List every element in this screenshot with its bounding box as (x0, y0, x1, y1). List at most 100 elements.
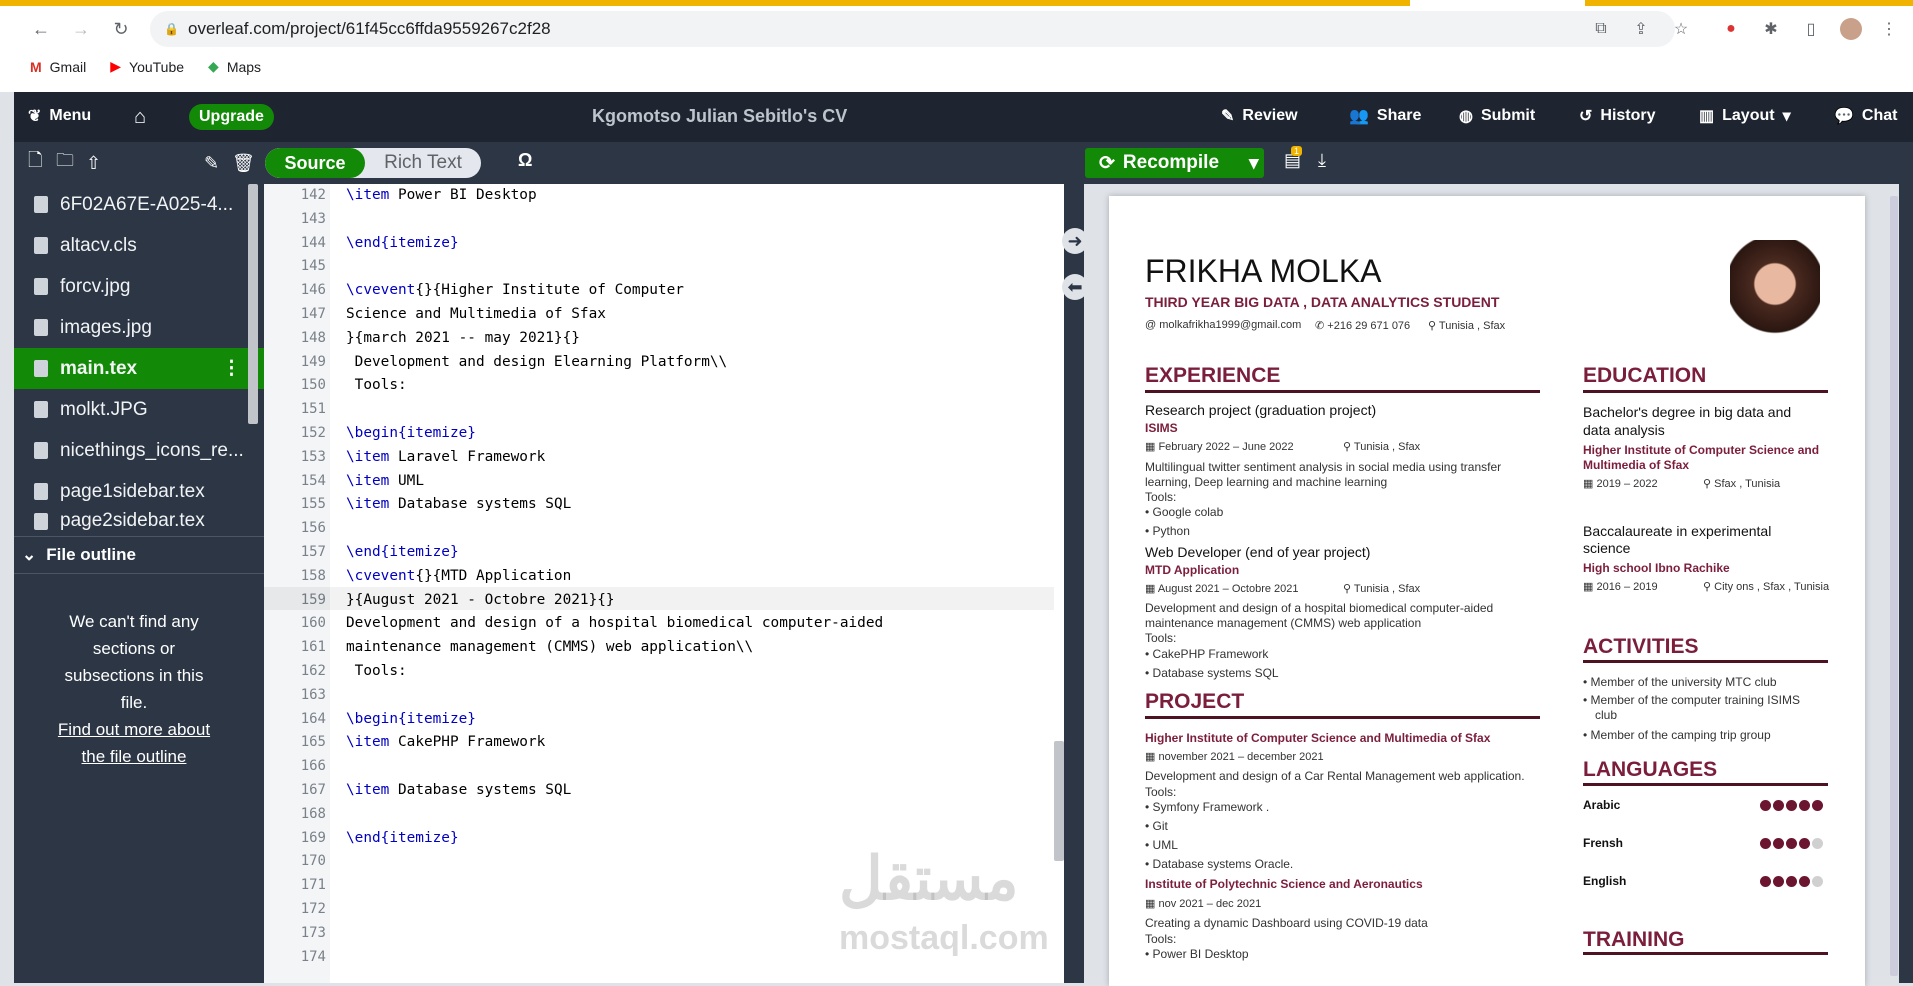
rename-icon[interactable]: ✎ (204, 153, 219, 174)
code-line[interactable]: \item CakePHP Framework (346, 734, 545, 750)
code-line[interactable]: \item Database systems SQL (346, 496, 571, 512)
upgrade-button[interactable]: Upgrade (189, 104, 274, 130)
chat-button[interactable]: 💬 Chat (1834, 106, 1897, 126)
reload-icon[interactable]: ↻ (108, 16, 134, 42)
split-divider[interactable]: ➜ ⬅ (1062, 184, 1088, 983)
code-line[interactable]: }{march 2021 -- may 2021}{} (346, 330, 580, 346)
delete-icon[interactable]: 🗑 (232, 153, 255, 174)
more-icon[interactable]: ⋮ (1878, 18, 1900, 40)
file-item[interactable]: forcv.jpg (14, 266, 264, 307)
project-org: Higher Institute of Computer Science and… (1145, 731, 1491, 745)
file-tree-scrollbar[interactable] (248, 184, 258, 424)
file-item[interactable]: page2sidebar.tex (14, 512, 264, 530)
code-line[interactable]: \begin{itemize} (346, 711, 476, 727)
upload-icon[interactable]: ⇧ (86, 153, 101, 174)
chevron-down-icon: ⌄ (22, 545, 37, 564)
pdf-scrollbar[interactable] (1890, 196, 1898, 976)
review-button[interactable]: ✎ Review (1221, 106, 1298, 126)
file-item[interactable]: nicethings_icons_re... (14, 430, 264, 471)
file-item[interactable]: altacv.cls (14, 225, 264, 266)
exp-org: ISIMS (1145, 421, 1178, 435)
outline-help-link[interactable]: Find out more about the file outline (14, 716, 254, 770)
tool-item: • Power BI Desktop (1145, 947, 1249, 961)
address-bar[interactable]: 🔒 overleaf.com/project/61f45cc6ffda95592… (150, 11, 1675, 47)
code-line[interactable]: Tools: (346, 663, 407, 679)
language-name: Frensh (1583, 836, 1624, 850)
activity-item-cont: club (1595, 708, 1618, 722)
code-line[interactable]: \item Laravel Framework (346, 449, 545, 465)
bookmark-youtube[interactable]: ▶ YouTube (110, 58, 184, 75)
bookmark-gmail[interactable]: M Gmail (30, 58, 86, 75)
code-line[interactable]: \end{itemize} (346, 830, 459, 846)
language-name: Arabic (1583, 798, 1621, 812)
edu-title: Bachelor's degree in big data and (1583, 404, 1792, 420)
code-editor[interactable]: 142 143 144 145 146 147 148 149 150 151 152 153 154 1… (264, 184, 1064, 983)
line-number: 161 (300, 639, 326, 656)
level-dot (1799, 838, 1810, 849)
code-line[interactable]: \end{itemize} (346, 235, 459, 251)
share-button[interactable]: 👥 Share (1349, 106, 1421, 126)
code-line[interactable]: \begin{itemize} (346, 425, 476, 441)
kebab-menu-icon[interactable]: ⋮ (222, 357, 241, 380)
code-line[interactable]: \cvevent{}{Higher Institute of Computer (346, 282, 684, 298)
file-outline-header[interactable]: ⌄ File outline (14, 536, 264, 574)
line-number: 173 (300, 924, 326, 941)
exp-org: MTD Application (1145, 563, 1240, 577)
file-item[interactable]: page1sidebar.tex (14, 471, 264, 512)
extension-icon[interactable]: ● (1720, 18, 1742, 40)
sidepanel-icon[interactable]: ▯ (1800, 18, 1822, 40)
bookmarks-bar: M Gmail ▶ YouTube ◆ Maps (30, 58, 261, 75)
edu-org: Multimedia of Sfax (1583, 458, 1690, 472)
download-icon[interactable]: ⤓ (1318, 150, 1326, 171)
exp-date: ▦ February 2022 – June 2022 (1145, 441, 1294, 453)
code-line[interactable]: \cvevent{}{MTD Application (346, 568, 571, 584)
code-line[interactable]: Tools: (346, 377, 407, 393)
bookmark-star-icon[interactable]: ☆ (1670, 18, 1692, 40)
file-item[interactable]: 6F02A67E-A025-4... (14, 184, 264, 225)
file-item[interactable]: images.jpg (14, 307, 264, 348)
back-icon[interactable]: ← (28, 16, 54, 42)
code-line[interactable]: Development and design of a hospital bio… (346, 615, 883, 631)
new-file-icon[interactable]: 🗋 (28, 148, 42, 178)
editor-scrollbar[interactable] (1054, 741, 1064, 861)
profile-avatar[interactable] (1840, 18, 1862, 40)
code-line[interactable]: Development and design Elearning Platfor… (346, 354, 728, 370)
cv-phone: ✆ +216 29 671 076 (1315, 320, 1411, 332)
file-item[interactable]: molkt.JPG (14, 389, 264, 430)
watermark-arabic: مستقل (839, 845, 1019, 912)
recompile-button[interactable]: ⟳ Recompile ▾ (1085, 148, 1264, 178)
code-line[interactable]: Science and Multimedia of Sfax (346, 306, 606, 322)
caret-down-icon[interactable]: ▾ (1249, 152, 1259, 175)
edu-title: data analysis (1583, 422, 1665, 438)
section-rule (1583, 952, 1828, 955)
forward-icon[interactable]: → (68, 16, 94, 42)
tool-item: • UML (1145, 838, 1178, 852)
bookmark-maps[interactable]: ◆ Maps (208, 58, 261, 75)
menu-button[interactable]: ❦ Menu (28, 106, 91, 126)
project-title[interactable]: Kgomotso Julian Sebitlo's CV (592, 106, 847, 127)
line-number: 168 (300, 805, 326, 822)
exp-title: Research project (graduation project) (1145, 402, 1377, 418)
line-number: 172 (300, 901, 326, 917)
new-folder-icon[interactable]: 🗀 (56, 148, 74, 178)
rich-text-tab[interactable]: Rich Text (365, 148, 481, 178)
source-tab[interactable]: Source (265, 148, 365, 178)
home-icon[interactable]: ⌂ (134, 106, 146, 129)
code-line[interactable]: \item UML (346, 473, 424, 489)
translate-icon[interactable]: ⧉ (1590, 18, 1612, 40)
lock-icon: 🔒 (164, 22, 179, 36)
puzzle-icon[interactable]: ✱ (1760, 18, 1782, 40)
file-icon (34, 442, 48, 459)
code-line[interactable]: \end{itemize} (346, 544, 459, 560)
code-line[interactable]: maintenance management (CMMS) web applic… (346, 639, 753, 655)
history-button[interactable]: ↺ History (1579, 106, 1656, 126)
code-line[interactable]: \item Database systems SQL (346, 782, 571, 798)
share-page-icon[interactable]: ⇪ (1630, 18, 1652, 40)
level-dot (1812, 838, 1823, 849)
level-dot (1786, 876, 1797, 887)
layout-button[interactable]: ▥ Layout ▾ (1699, 106, 1791, 126)
submit-button[interactable]: ◍ Submit (1459, 106, 1535, 126)
file-item-active[interactable]: main.tex ⋮ (14, 348, 264, 389)
symbol-palette-button[interactable]: Ω (518, 150, 532, 171)
code-line[interactable]: \item Power BI Desktop (346, 187, 537, 203)
